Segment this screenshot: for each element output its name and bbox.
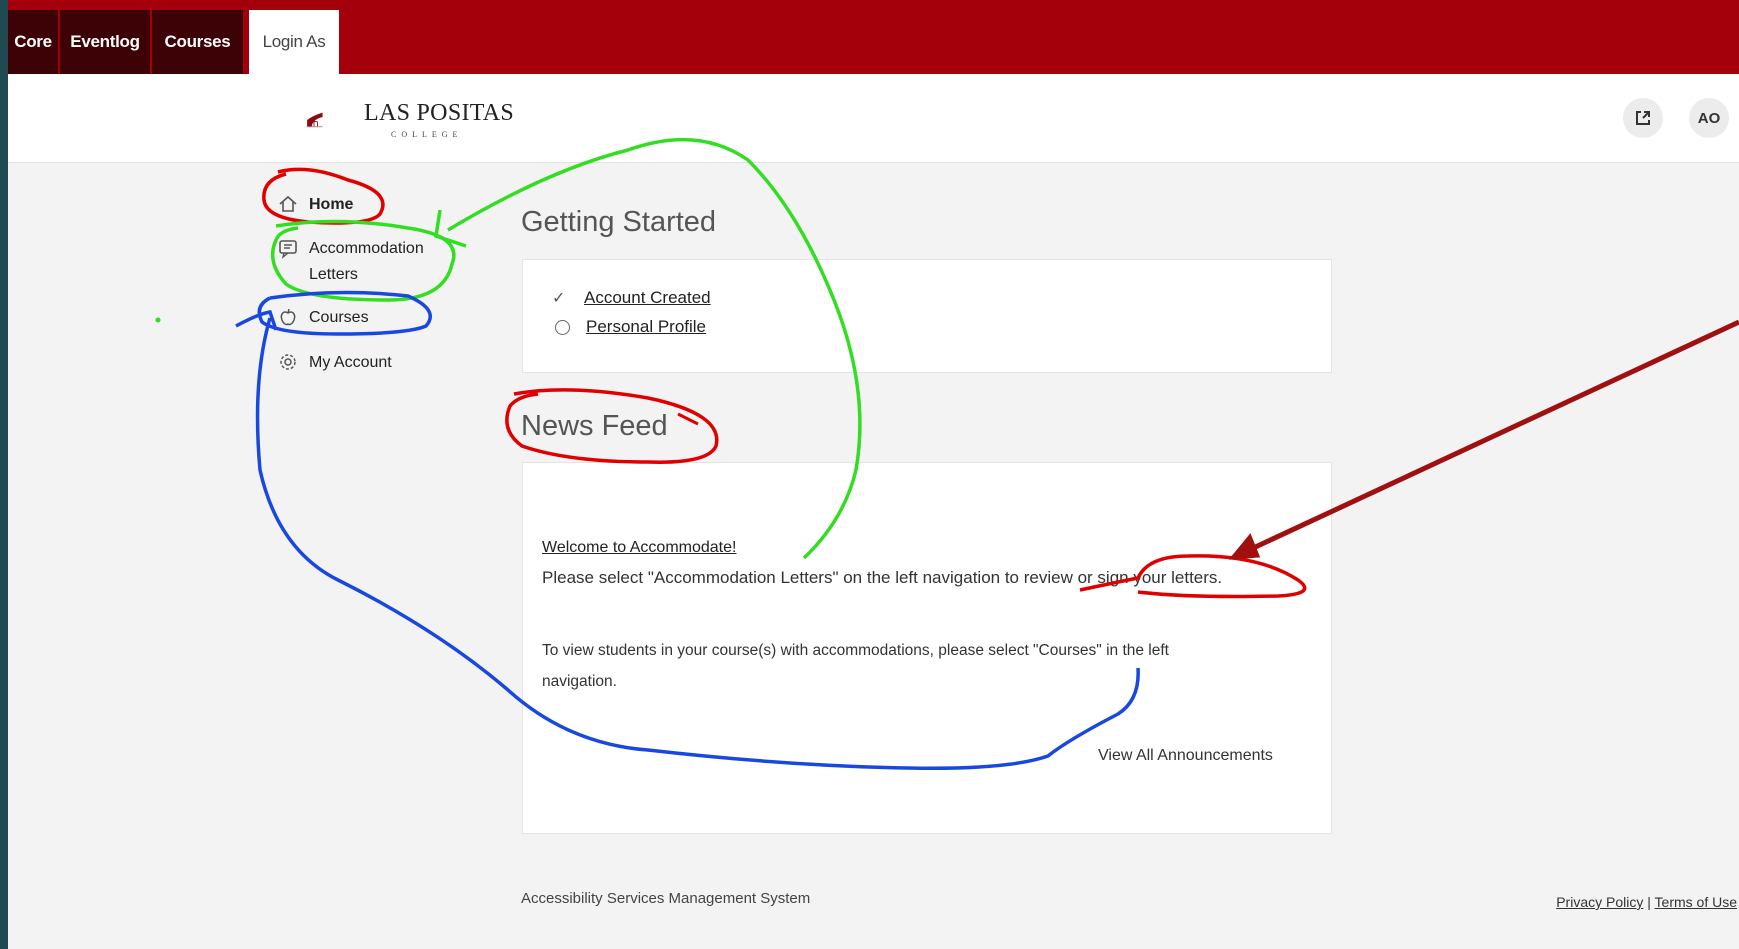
logo-subtitle: COLLEGE <box>391 130 463 139</box>
letter-icon <box>279 240 297 259</box>
checklist-item-account-created: ✓ Account Created <box>552 288 711 308</box>
apple-icon <box>280 308 296 326</box>
gear-icon <box>280 354 296 370</box>
tab-core[interactable]: Core <box>8 10 58 74</box>
top-tab-bar: Core Eventlog Courses Login As <box>8 0 1739 74</box>
external-link-button[interactable] <box>1623 98 1663 138</box>
footer-links: Privacy Policy | Terms of Use <box>1556 894 1737 910</box>
blue-arrowhead <box>235 310 278 331</box>
green-dot <box>155 317 161 323</box>
tab-login-as[interactable]: Login As <box>249 10 339 74</box>
getting-started-card <box>522 259 1332 373</box>
sidebar-item-accommodation-letters[interactable]: Accommodation Letters <box>277 236 457 288</box>
tab-courses[interactable]: Courses <box>152 10 243 74</box>
home-icon <box>279 195 297 212</box>
getting-started-title: Getting Started <box>521 206 717 238</box>
app-frame: Core Eventlog Courses Login As LAS POSIT… <box>8 0 1739 949</box>
privacy-policy-link[interactable]: Privacy Policy <box>1556 894 1643 910</box>
external-link-icon <box>1636 111 1650 125</box>
logo-title: LAS POSITAS <box>364 100 515 126</box>
sidebar-item-label: Home <box>309 196 354 213</box>
news-body-line3: navigation. <box>542 673 617 690</box>
sidebar-item-label: My Account <box>309 354 392 371</box>
news-item-title: Welcome to Accommodate! <box>542 539 736 557</box>
news-body-line1: Please select "Accommodation Letters" on… <box>542 568 1223 587</box>
news-feed-title: News Feed <box>521 410 668 442</box>
sidebar-item-home[interactable]: Home <box>277 192 353 218</box>
site-header: LAS POSITAS COLLEGE AO <box>8 74 1739 163</box>
account-created-link[interactable]: Account Created <box>584 288 711 308</box>
college-logo[interactable] <box>306 92 366 148</box>
sidebar-item-my-account[interactable]: My Account <box>277 350 392 376</box>
circle-icon <box>555 319 570 335</box>
red-tick-news-feed <box>677 412 699 426</box>
sidebar-item-courses[interactable]: Courses <box>277 305 369 331</box>
terms-of-use-link[interactable]: Terms of Use <box>1655 894 1737 910</box>
sidebar-item-label: Accommodation Letters <box>309 240 424 283</box>
tab-eventlog[interactable]: Eventlog <box>60 10 150 74</box>
welcome-link[interactable]: Welcome to Accommodate! <box>542 539 736 556</box>
footer-system-name: Accessibility Services Management System <box>521 890 811 907</box>
check-icon: ✓ <box>552 290 566 307</box>
view-all-announcements-link[interactable]: View All Announcements <box>1098 747 1273 765</box>
sidebar-item-label: Courses <box>309 309 369 326</box>
avatar[interactable]: AO <box>1689 98 1729 138</box>
checklist-item-personal-profile: Personal Profile <box>552 317 706 337</box>
news-body-line2: To view students in your course(s) with … <box>542 642 1169 659</box>
footer-separator: | <box>1647 894 1651 910</box>
personal-profile-link[interactable]: Personal Profile <box>586 317 706 337</box>
